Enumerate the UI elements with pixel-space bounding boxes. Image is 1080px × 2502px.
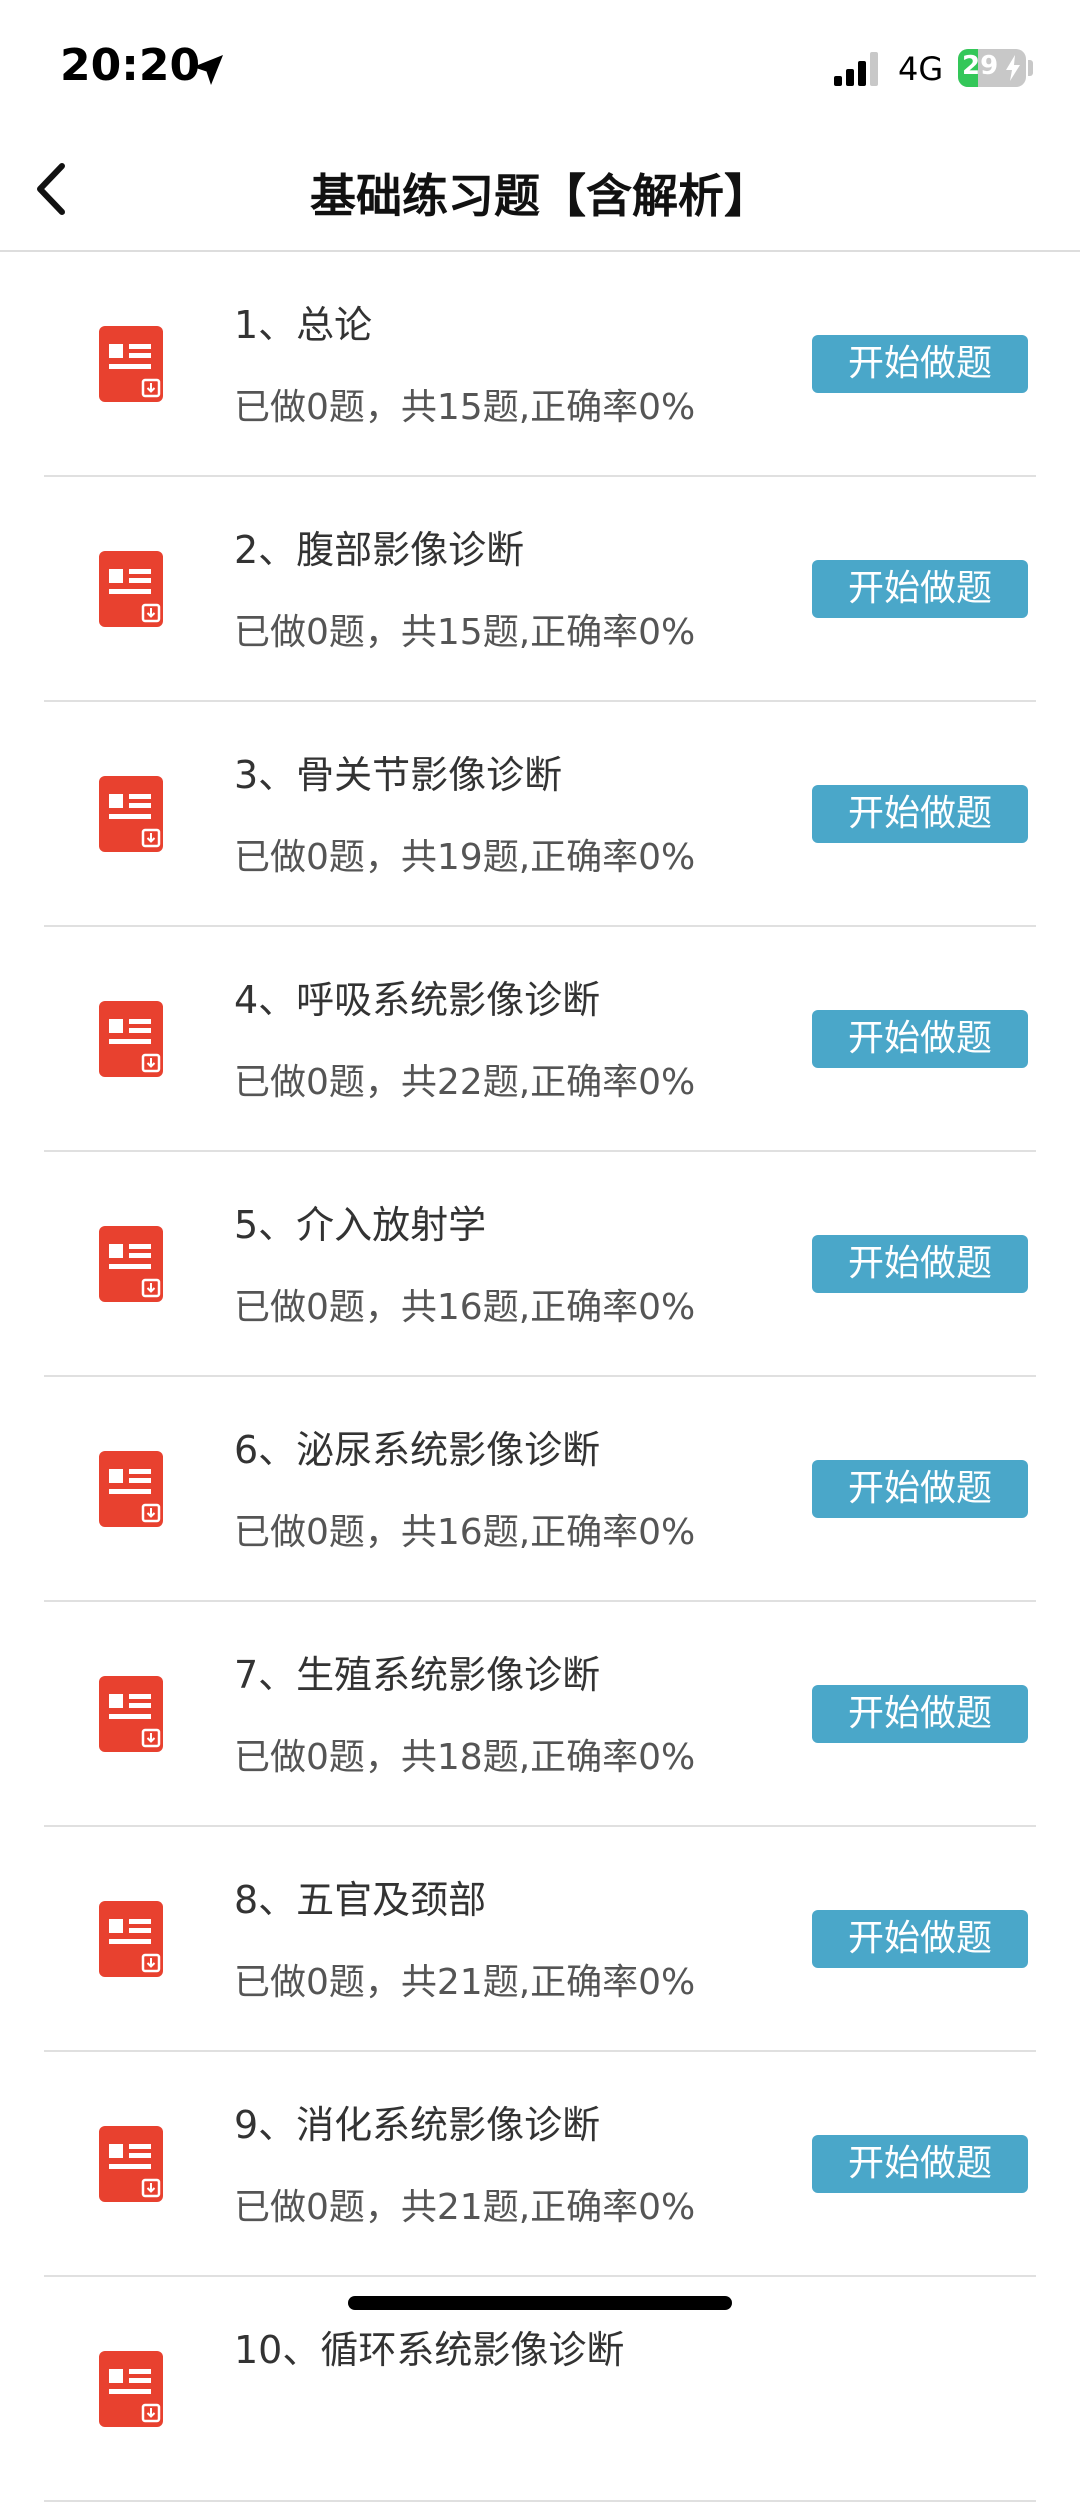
list-item-9[interactable]: 9、消化系统影像诊断 已做0题，共21题,正确率0% 开始做题 [44, 2052, 1036, 2277]
battery-level: 29 [962, 51, 999, 81]
start-quiz-button[interactable]: 开始做题 [812, 1010, 1028, 1068]
list-item-7[interactable]: 7、生殖系统影像诊断 已做0题，共18题,正确率0% 开始做题 [44, 1602, 1036, 1827]
item-stats: 已做0题，共15题,正确率0% [234, 387, 696, 428]
item-title: 3、骨关节影像诊断 [234, 753, 563, 797]
list-item-6[interactable]: 6、泌尿系统影像诊断 已做0题，共16题,正确率0% 开始做题 [44, 1377, 1036, 1602]
item-stats: 已做0题，共19题,正确率0% [234, 837, 696, 878]
status-time: 20:20 [60, 40, 201, 91]
document-icon [99, 2126, 163, 2202]
document-icon [99, 1676, 163, 1752]
item-stats: 已做0题，共21题,正确率0% [234, 1962, 696, 2003]
home-indicator [348, 2296, 732, 2310]
list-item-2[interactable]: 2、腹部影像诊断 已做0题，共15题,正确率0% 开始做题 [44, 477, 1036, 702]
start-quiz-button[interactable]: 开始做题 [812, 785, 1028, 843]
item-title: 6、泌尿系统影像诊断 [234, 1428, 601, 1472]
document-icon [99, 551, 163, 627]
start-quiz-button[interactable]: 开始做题 [812, 2135, 1028, 2193]
start-quiz-button[interactable]: 开始做题 [812, 560, 1028, 618]
document-icon [99, 776, 163, 852]
battery-cap [1028, 60, 1033, 76]
exercise-list: 1、总论 已做0题，共15题,正确率0% 开始做题 2、腹部影像诊断 已做0题，… [0, 252, 1080, 2502]
start-quiz-button[interactable]: 开始做题 [812, 1910, 1028, 1968]
list-item-4[interactable]: 4、呼吸系统影像诊断 已做0题，共22题,正确率0% 开始做题 [44, 927, 1036, 1152]
list-item-3[interactable]: 3、骨关节影像诊断 已做0题，共19题,正确率0% 开始做题 [44, 702, 1036, 927]
item-stats: 已做0题，共16题,正确率0% [234, 1287, 696, 1328]
start-quiz-button[interactable]: 开始做题 [812, 1235, 1028, 1293]
document-icon [99, 1901, 163, 1977]
item-title: 10、循环系统影像诊断 [234, 2328, 625, 2372]
item-title: 8、五官及颈部 [234, 1878, 487, 1922]
charging-bolt-icon [1006, 55, 1020, 81]
list-item-10[interactable]: 10、循环系统影像诊断 [44, 2277, 1036, 2502]
item-title: 4、呼吸系统影像诊断 [234, 978, 601, 1022]
list-item-5[interactable]: 5、介入放射学 已做0题，共16题,正确率0% 开始做题 [44, 1152, 1036, 1377]
item-title: 7、生殖系统影像诊断 [234, 1653, 601, 1697]
start-quiz-button[interactable]: 开始做题 [812, 335, 1028, 393]
document-icon [99, 1451, 163, 1527]
item-stats: 已做0题，共15题,正确率0% [234, 612, 696, 653]
page-title: 基础练习题【含解析】 [310, 169, 770, 223]
item-stats: 已做0题，共21题,正确率0% [234, 2187, 696, 2228]
location-arrow-icon [193, 55, 223, 85]
network-type: 4G [898, 50, 944, 88]
nav-bar: 基础练习题【含解析】 [0, 130, 1080, 252]
start-quiz-button[interactable]: 开始做题 [812, 1685, 1028, 1743]
cellular-signal-icon [834, 52, 878, 86]
list-item-8[interactable]: 8、五官及颈部 已做0题，共21题,正确率0% 开始做题 [44, 1827, 1036, 2052]
document-icon [99, 326, 163, 402]
battery-icon: 29 [958, 49, 1026, 87]
document-icon [99, 1226, 163, 1302]
item-title: 2、腹部影像诊断 [234, 528, 525, 572]
item-title: 1、总论 [234, 303, 373, 347]
item-title: 5、介入放射学 [234, 1203, 487, 1247]
item-stats: 已做0题，共16题,正确率0% [234, 1512, 696, 1553]
item-stats: 已做0题，共18题,正确率0% [234, 1737, 696, 1778]
item-title: 9、消化系统影像诊断 [234, 2103, 601, 2147]
document-icon [99, 1001, 163, 1077]
status-bar: 20:20 4G 29 [0, 0, 1080, 130]
item-stats: 已做0题，共22题,正确率0% [234, 1062, 696, 1103]
document-icon [99, 2351, 163, 2427]
list-item-1[interactable]: 1、总论 已做0题，共15题,正确率0% 开始做题 [44, 252, 1036, 477]
start-quiz-button[interactable]: 开始做题 [812, 1460, 1028, 1518]
